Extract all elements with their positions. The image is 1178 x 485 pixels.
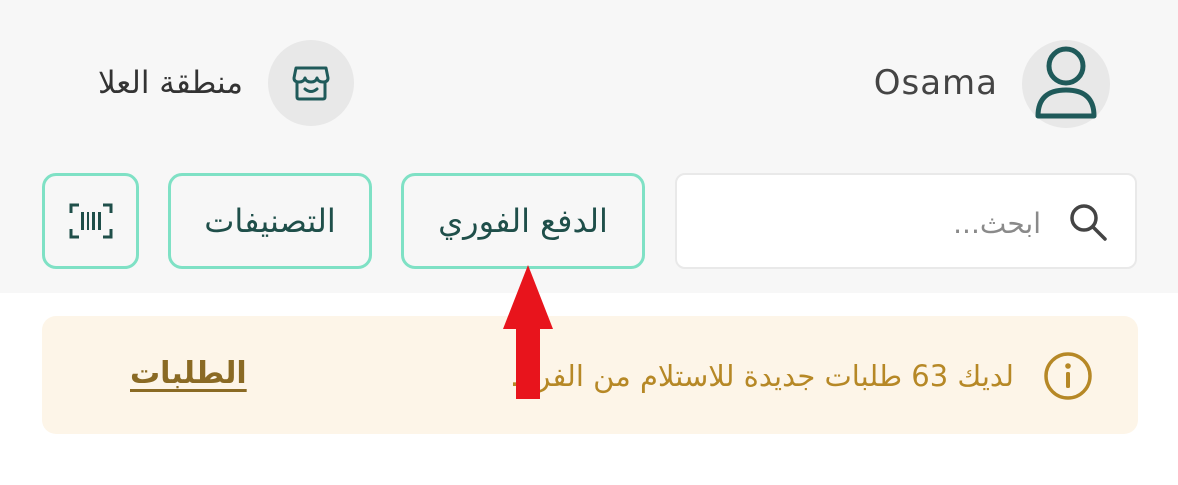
search-icon xyxy=(1070,204,1107,241)
search-box[interactable] xyxy=(675,173,1137,269)
notice-message: لديك 63 طلبات جديدة للاستلام من الفرع. xyxy=(509,359,1014,393)
categories-button[interactable]: التصنيفات xyxy=(168,173,372,269)
barcode-scan-button[interactable] xyxy=(42,173,139,269)
arrow-up-icon xyxy=(503,265,553,399)
user-name: Osama xyxy=(873,63,998,103)
user-icon xyxy=(1035,46,1097,119)
avatar[interactable] xyxy=(1022,40,1110,128)
store-button[interactable] xyxy=(268,40,354,126)
search-input[interactable] xyxy=(739,197,1043,249)
barcode-scan-icon xyxy=(69,203,112,239)
info-icon xyxy=(1044,352,1092,400)
store-icon xyxy=(292,66,330,101)
region-name: منطقة العلا xyxy=(97,65,243,101)
instant-pay-button[interactable]: الدفع الفوري xyxy=(401,173,645,269)
new-orders-notice: لديك 63 طلبات جديدة للاستلام من الفرع. ا… xyxy=(42,316,1138,434)
orders-link[interactable]: الطلبات xyxy=(130,352,247,396)
categories-label: التصنيفات xyxy=(204,202,336,240)
instant-pay-label: الدفع الفوري xyxy=(438,202,608,240)
